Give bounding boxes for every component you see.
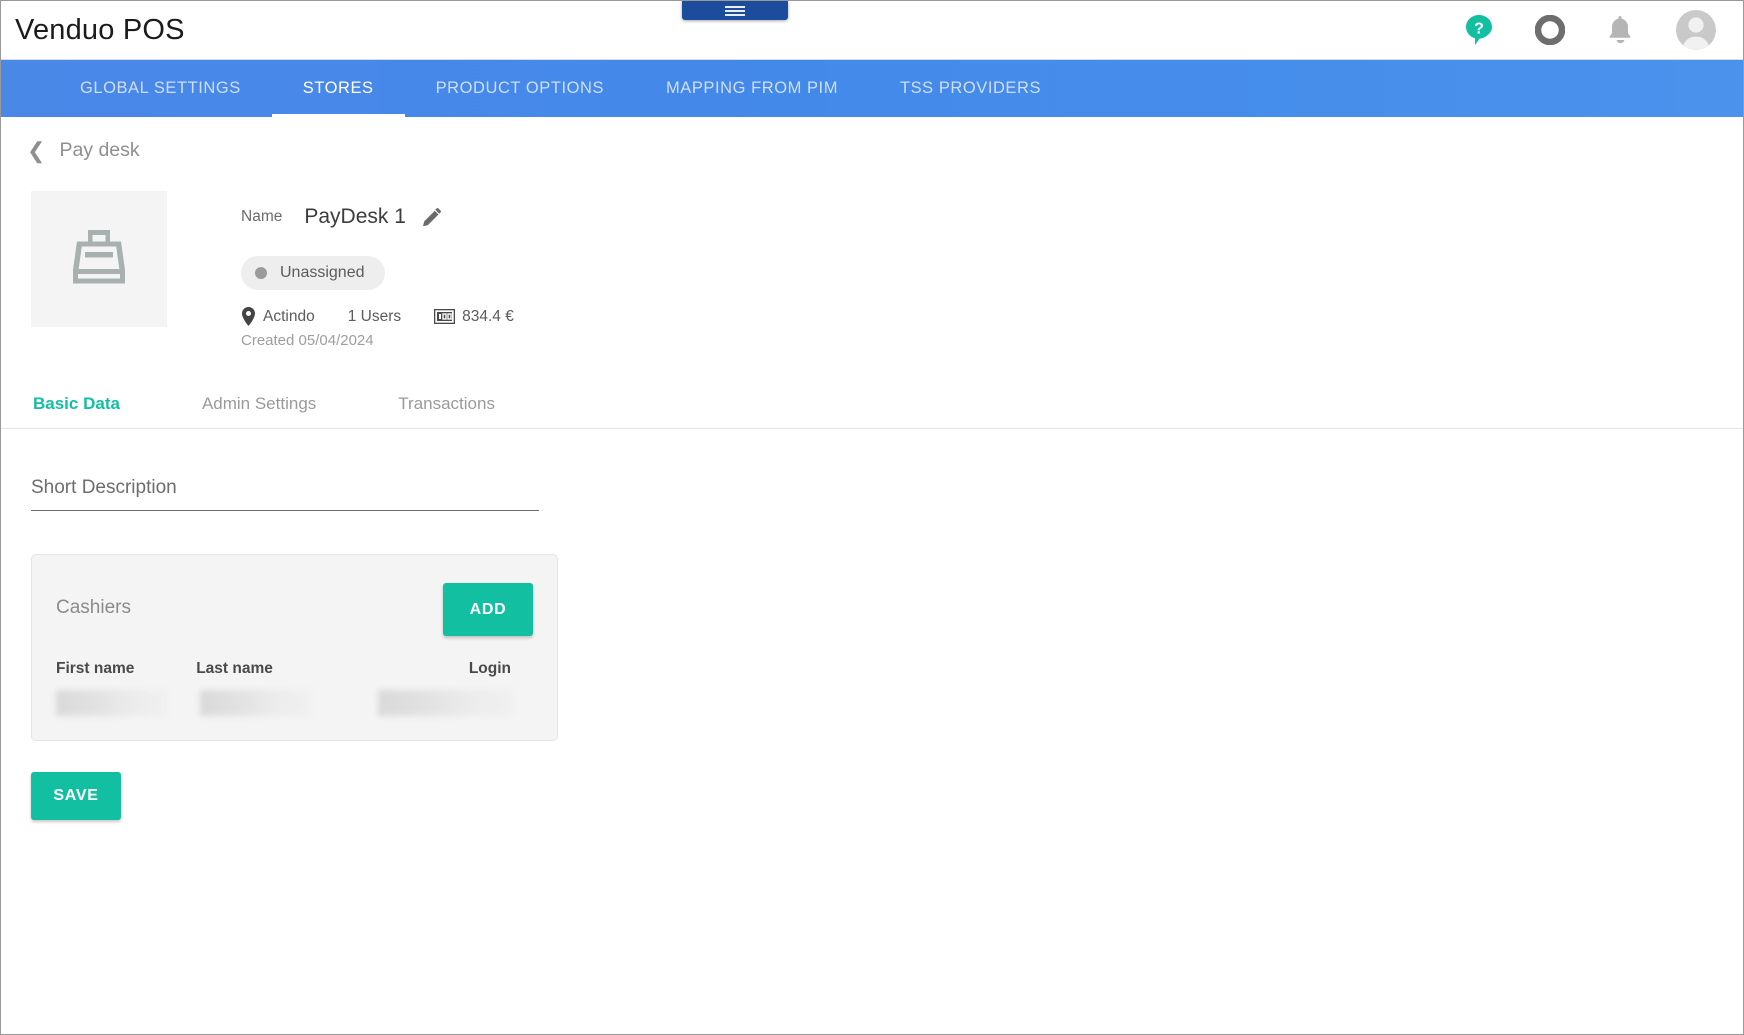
store-subtabs: Basic Data Admin Settings Transactions xyxy=(1,379,1743,429)
cell-login xyxy=(339,690,533,716)
status-badge: Unassigned xyxy=(241,256,385,290)
nav-item-label: GLOBAL SETTINGS xyxy=(80,79,241,97)
cashiers-table-body xyxy=(56,690,533,716)
store-header: Name PayDesk 1 Unassigned Actindo 1 User… xyxy=(31,191,1743,349)
redacted-value xyxy=(56,690,168,716)
store-users-label: 1 Users xyxy=(347,307,402,325)
nav-item-label: PRODUCT OPTIONS xyxy=(435,79,605,97)
short-description-field[interactable] xyxy=(31,477,539,511)
top-bar-actions: ? xyxy=(1464,9,1717,51)
store-location-label: Actindo xyxy=(263,307,315,325)
redacted-value xyxy=(378,690,513,716)
table-header-row: First name Last name Login xyxy=(56,660,533,690)
svg-text:?: ? xyxy=(1474,21,1484,38)
tab-label: Admin Settings xyxy=(201,394,317,413)
cashiers-card: Cashiers ADD First name Last name Login xyxy=(31,554,558,741)
save-button[interactable]: SAVE xyxy=(31,772,121,820)
store-location: Actindo xyxy=(241,307,315,326)
cashiers-card-header: Cashiers ADD xyxy=(56,583,533,636)
store-name-row: Name PayDesk 1 xyxy=(241,205,547,229)
main-nav: GLOBAL SETTINGS STORES PRODUCT OPTIONS M… xyxy=(1,60,1743,117)
top-bar: Venduo POS ? xyxy=(1,1,1743,60)
chevron-left-icon[interactable]: ❮ xyxy=(27,139,45,162)
table-row[interactable] xyxy=(56,690,533,716)
location-pin-icon xyxy=(241,307,256,326)
basic-data-form: Cashiers ADD First name Last name Login xyxy=(1,429,1743,820)
hamburger-menu-icon[interactable] xyxy=(682,1,788,20)
help-icon[interactable]: ? xyxy=(1464,14,1494,46)
column-header-last-name: Last name xyxy=(196,660,273,677)
breadcrumb-label: Pay desk xyxy=(59,139,140,161)
banknote-icon xyxy=(434,309,456,324)
tab-transactions[interactable]: Transactions xyxy=(398,394,507,428)
tab-admin-settings[interactable]: Admin Settings xyxy=(202,394,328,428)
store-created-label: Created 05/04/2024 xyxy=(241,332,374,349)
nav-item-product-options[interactable]: PRODUCT OPTIONS xyxy=(405,60,635,117)
pencil-icon[interactable] xyxy=(422,207,442,227)
nav-item-stores[interactable]: STORES xyxy=(271,60,405,117)
tab-basic-data[interactable]: Basic Data xyxy=(33,394,132,428)
short-description-input[interactable] xyxy=(31,477,539,499)
store-users: 1 Users xyxy=(348,308,401,326)
cashiers-table-head: First name Last name Login xyxy=(56,660,533,690)
nav-item-mapping-from-pim[interactable]: MAPPING FROM PIM xyxy=(635,60,869,117)
status-ring-icon[interactable] xyxy=(1535,15,1565,45)
notifications-bell-icon[interactable] xyxy=(1606,14,1634,46)
status-badge-label: Unassigned xyxy=(280,264,365,281)
store-thumbnail xyxy=(31,191,167,327)
content-area: ❮ Pay desk Name PayDesk 1 Unassigned Act… xyxy=(1,117,1743,1034)
nav-item-global-settings[interactable]: GLOBAL SETTINGS xyxy=(49,60,272,117)
main-nav-items: GLOBAL SETTINGS STORES PRODUCT OPTIONS M… xyxy=(1,60,1072,117)
store-name-label: Name xyxy=(241,208,283,225)
store-amount: 834.4 € xyxy=(434,308,514,326)
nav-item-label: TSS PROVIDERS xyxy=(900,79,1042,97)
store-meta-row: Actindo 1 Users 834.4 € xyxy=(241,307,547,326)
status-dot-icon xyxy=(255,267,267,279)
breadcrumb[interactable]: ❮ Pay desk xyxy=(27,139,140,162)
store-info: Name PayDesk 1 Unassigned Actindo 1 User… xyxy=(241,191,547,349)
tab-label: Basic Data xyxy=(33,394,120,413)
nav-item-label: STORES xyxy=(302,79,374,97)
store-name-value: PayDesk 1 xyxy=(304,205,406,228)
app-window: Venduo POS ? GLOBAL SETTINGS STORES PROD… xyxy=(0,0,1744,1035)
store-amount-label: 834.4 € xyxy=(462,307,514,325)
nav-item-label: MAPPING FROM PIM xyxy=(666,79,838,97)
column-header-login: Login xyxy=(468,660,511,677)
hamburger-bars xyxy=(725,4,745,18)
cash-register-icon xyxy=(63,221,135,298)
cashiers-table: First name Last name Login xyxy=(56,660,533,716)
cell-first-name xyxy=(56,690,196,716)
nav-item-tss-providers[interactable]: TSS PROVIDERS xyxy=(869,60,1072,117)
column-header-first-name: First name xyxy=(56,660,135,677)
tab-label: Transactions xyxy=(398,394,495,413)
redacted-value xyxy=(200,690,311,716)
user-avatar-icon[interactable] xyxy=(1675,9,1717,51)
cell-login-wrap xyxy=(339,690,533,716)
add-cashier-button[interactable]: ADD xyxy=(443,583,533,636)
app-title: Venduo POS xyxy=(15,13,185,46)
cashiers-title: Cashiers xyxy=(56,597,131,618)
cell-last-name xyxy=(196,690,339,716)
